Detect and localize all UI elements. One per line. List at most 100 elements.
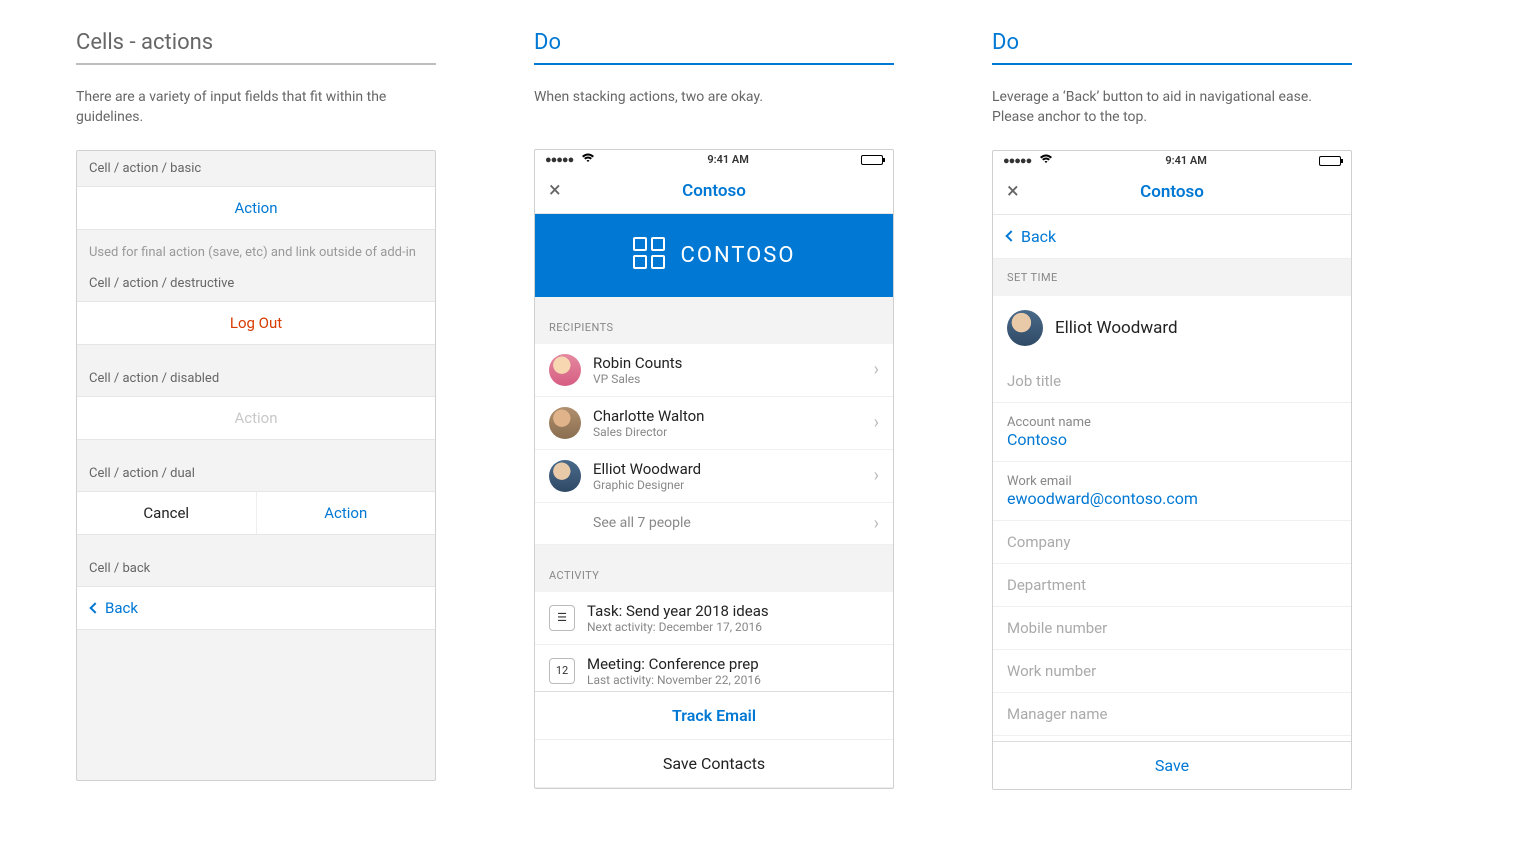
form-field[interactable]: Mobile number (993, 607, 1351, 650)
form-field[interactable]: Account nameContoso (993, 403, 1351, 462)
col2-title: Do (534, 30, 894, 63)
stacked-actions: Track Email Save Contacts (535, 691, 893, 788)
field-label: Work email (1007, 474, 1337, 489)
chevron-right-icon: › (874, 412, 879, 433)
brand-logo-icon (633, 237, 669, 273)
back-label: Back (105, 599, 138, 617)
back-row[interactable]: Back (993, 215, 1351, 259)
recipient-role: Sales Director (593, 425, 862, 439)
chevron-right-icon: › (874, 359, 879, 380)
recipient-row[interactable]: Robin Counts VP Sales › (535, 344, 893, 397)
field-placeholder: Manager name (1007, 705, 1337, 723)
form-field[interactable]: Department (993, 564, 1351, 607)
phone-mock-2: ●●●●● 9:41 AM × Contoso Back SET TIME (992, 150, 1352, 790)
action-basic[interactable]: Action (77, 186, 435, 230)
recipient-name: Charlotte Walton (593, 407, 862, 425)
status-time: 9:41 AM (1165, 154, 1207, 167)
activity-row[interactable]: ☰ Task: Send year 2018 ideas Next activi… (535, 592, 893, 645)
save-contacts-button[interactable]: Save Contacts (535, 740, 893, 788)
col2-desc: When stacking actions, two are okay. (534, 87, 894, 127)
chevron-left-icon (89, 602, 100, 613)
label-basic: Cell / action / basic (77, 151, 435, 186)
field-label: Account name (1007, 415, 1337, 430)
label-back: Cell / back (77, 535, 435, 586)
status-bar: ●●●●● 9:41 AM (535, 150, 893, 170)
person-name: Elliot Woodward (1055, 318, 1178, 338)
brand-banner: CONTOSO (535, 214, 893, 297)
cells-actions-column: Cells - actions There are a variety of i… (76, 30, 436, 790)
form-field[interactable]: Manager name (993, 693, 1351, 736)
recipient-role: Graphic Designer (593, 478, 862, 492)
see-all-row[interactable]: See all 7 people › (535, 503, 893, 545)
col3-title: Do (992, 30, 1352, 63)
battery-icon (861, 155, 883, 165)
section-recipients: RECIPIENTS (535, 297, 893, 344)
wifi-icon (581, 153, 595, 166)
col1-desc: There are a variety of input fields that… (76, 87, 436, 128)
field-placeholder: Job title (1007, 372, 1337, 390)
recipient-row[interactable]: Charlotte Walton Sales Director › (535, 397, 893, 450)
task-icon: ☰ (549, 605, 575, 631)
dual-action[interactable]: Action (257, 492, 436, 534)
activity-sub: Next activity: December 17, 2016 (587, 620, 879, 634)
field-placeholder: Company (1007, 533, 1337, 551)
form-field[interactable]: Work emailewoodward@contoso.com (993, 462, 1351, 521)
close-icon[interactable]: × (1007, 181, 1019, 203)
nav-bar: × Contoso (535, 170, 893, 214)
status-time: 9:41 AM (707, 153, 749, 166)
save-button[interactable]: Save (993, 741, 1351, 789)
battery-icon (1319, 156, 1341, 166)
col3-desc: Leverage a ‘Back’ button to aid in navig… (992, 87, 1352, 128)
chevron-right-icon: › (874, 513, 879, 534)
avatar (1007, 310, 1043, 346)
status-bar: ●●●●● 9:41 AM (993, 151, 1351, 171)
do-back-button-column: Do Leverage a ‘Back’ button to aid in na… (992, 30, 1352, 790)
recipient-name: Robin Counts (593, 354, 862, 372)
chevron-right-icon: › (874, 465, 879, 486)
dual-cancel[interactable]: Cancel (77, 492, 257, 534)
form-field[interactable]: Job title (993, 360, 1351, 403)
nav-title: Contoso (682, 181, 746, 201)
form-field[interactable]: Company (993, 521, 1351, 564)
field-value: ewoodward@contoso.com (1007, 489, 1337, 508)
nav-title: Contoso (1140, 182, 1204, 202)
label-disabled: Cell / action / disabled (77, 345, 435, 396)
phone-mock-1: ●●●●● 9:41 AM × Contoso CONTOSO (534, 149, 894, 789)
recipient-name: Elliot Woodward (593, 460, 862, 478)
label-dual: Cell / action / dual (77, 440, 435, 491)
action-back[interactable]: Back (77, 586, 435, 630)
person-row: Elliot Woodward (993, 296, 1351, 360)
recipient-role: VP Sales (593, 372, 862, 386)
wifi-icon (1039, 154, 1053, 167)
back-label: Back (1021, 227, 1056, 246)
field-value: Contoso (1007, 430, 1337, 449)
track-email-button[interactable]: Track Email (535, 692, 893, 740)
field-placeholder: Work number (1007, 662, 1337, 680)
close-icon[interactable]: × (549, 180, 561, 202)
avatar (549, 407, 581, 439)
cells-panel: Cell / action / basic Action Used for fi… (76, 150, 436, 781)
nav-bar: × Contoso (993, 171, 1351, 215)
action-destructive[interactable]: Log Out (77, 301, 435, 345)
signal-icon: ●●●●● (1003, 154, 1031, 167)
activity-row[interactable]: 12 Meeting: Conference prep Last activit… (535, 645, 893, 697)
action-disabled: Action (77, 396, 435, 440)
recipient-row[interactable]: Elliot Woodward Graphic Designer › (535, 450, 893, 503)
field-placeholder: Mobile number (1007, 619, 1337, 637)
col1-title: Cells - actions (76, 30, 436, 63)
do-stacked-actions-column: Do When stacking actions, two are okay. … (534, 30, 894, 790)
label-destructive: Cell / action / destructive (77, 274, 435, 301)
calendar-icon: 12 (549, 658, 575, 684)
chevron-left-icon (1005, 230, 1016, 241)
see-all-label: See all 7 people (593, 515, 862, 531)
activity-title: Meeting: Conference prep (587, 655, 879, 673)
action-dual: Cancel Action (77, 491, 435, 535)
field-placeholder: Department (1007, 576, 1337, 594)
avatar (549, 354, 581, 386)
form-field[interactable]: Work number (993, 650, 1351, 693)
signal-icon: ●●●●● (545, 153, 573, 166)
section-activity: ACTIVITY (535, 545, 893, 592)
brand-text: CONTOSO (681, 243, 796, 268)
section-set-time: SET TIME (993, 259, 1351, 296)
helper-text: Used for final action (save, etc) and li… (77, 230, 435, 274)
